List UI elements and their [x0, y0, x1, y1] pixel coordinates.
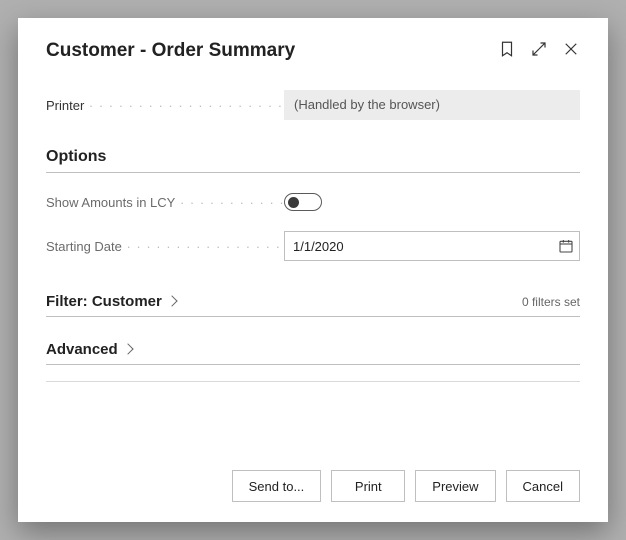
printer-row: Printer (Handled by the browser) — [46, 90, 580, 120]
advanced-heading: Advanced — [46, 341, 118, 358]
starting-date-input[interactable] — [284, 231, 580, 261]
starting-date-label: Starting Date — [46, 239, 284, 254]
dialog-title: Customer - Order Summary — [46, 40, 295, 62]
printer-value[interactable]: (Handled by the browser) — [284, 90, 580, 120]
dialog-header: Customer - Order Summary — [46, 40, 580, 62]
close-icon[interactable] — [562, 40, 580, 58]
send-to-button[interactable]: Send to... — [232, 470, 322, 502]
show-lcy-row: Show Amounts in LCY — [46, 187, 580, 217]
advanced-section[interactable]: Advanced — [46, 341, 580, 358]
footer-divider — [46, 381, 580, 382]
starting-date-row: Starting Date — [46, 231, 580, 261]
chevron-right-icon — [122, 343, 133, 354]
filter-customer-heading: Filter: Customer — [46, 293, 162, 310]
calendar-icon[interactable] — [558, 238, 574, 254]
options-divider — [46, 172, 580, 173]
filter-divider — [46, 316, 580, 317]
show-lcy-toggle[interactable] — [284, 193, 322, 211]
bookmark-icon[interactable] — [498, 40, 516, 58]
print-button[interactable]: Print — [331, 470, 405, 502]
cancel-button[interactable]: Cancel — [506, 470, 580, 502]
report-request-dialog: Customer - Order Summary Printer (Handle… — [18, 18, 608, 522]
preview-button[interactable]: Preview — [415, 470, 495, 502]
filter-customer-section[interactable]: Filter: Customer 0 filters set — [46, 293, 580, 310]
dialog-footer: Send to... Print Preview Cancel — [46, 470, 580, 502]
advanced-divider — [46, 364, 580, 365]
expand-icon[interactable] — [530, 40, 548, 58]
header-actions — [498, 40, 580, 58]
chevron-right-icon — [166, 295, 177, 306]
printer-label: Printer — [46, 98, 284, 113]
filter-count: 0 filters set — [522, 295, 580, 309]
options-heading: Options — [46, 148, 580, 166]
show-lcy-label: Show Amounts in LCY — [46, 195, 284, 210]
